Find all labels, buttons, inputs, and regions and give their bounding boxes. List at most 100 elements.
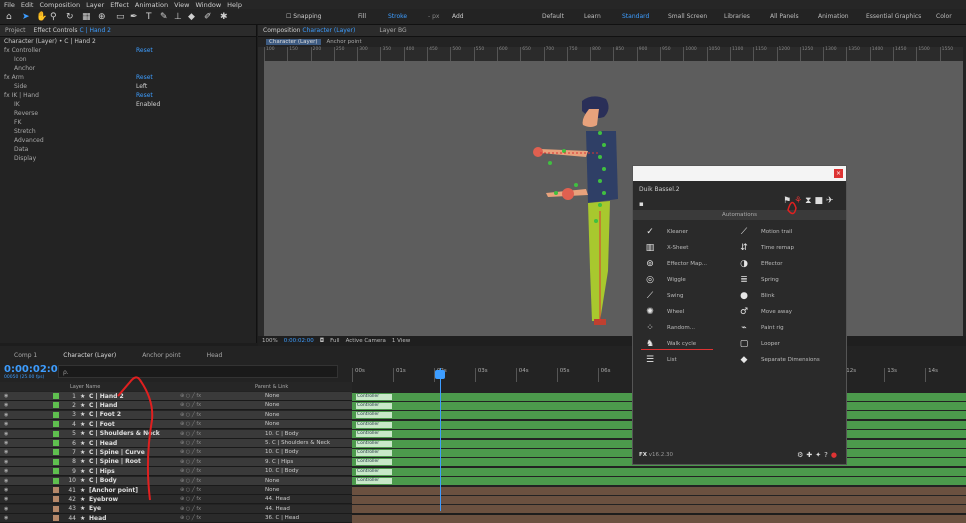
- resolution-dropdown[interactable]: Full: [330, 338, 339, 344]
- parent-dropdown[interactable]: None: [265, 487, 279, 493]
- zoom-tool-icon[interactable]: ⚲: [50, 12, 57, 22]
- camera-tool-icon[interactable]: ▦: [82, 12, 91, 22]
- hand-tool-icon[interactable]: ✋: [36, 12, 47, 22]
- label-color-swatch[interactable]: [53, 393, 59, 399]
- switches-icon[interactable]: ⊕ ○ ╱ fx: [180, 459, 201, 465]
- layer-bar[interactable]: [352, 467, 966, 476]
- table-row[interactable]: ◉ 3 ★ C | Foot 2 ⊕ ○ ╱ fx None: [0, 410, 352, 420]
- effect-row[interactable]: IK Enabled: [0, 100, 256, 109]
- duik-btn-motion-trail[interactable]: ⟋ Motion trail: [737, 224, 792, 240]
- table-row[interactable]: ◉ 10 ★ C | Body ⊕ ○ ╱ fx None: [0, 476, 352, 486]
- workspace-essential-graphics[interactable]: Essential Graphics: [866, 13, 921, 20]
- duik-btn-x-sheet[interactable]: ▥ X-Sheet: [643, 240, 689, 256]
- parent-dropdown[interactable]: 44. Head: [265, 496, 290, 502]
- eye-icon[interactable]: ◉: [4, 468, 8, 474]
- parent-dropdown[interactable]: None: [265, 478, 279, 484]
- table-row[interactable]: ◉ 7 ★ C | Spine | Curve ⊕ ○ ╱ fx 10. C | Body: [0, 448, 352, 458]
- layer-name[interactable]: Eyebrow: [89, 496, 118, 503]
- duik-btn-blink[interactable]: ● Blink: [737, 288, 774, 304]
- effect-row[interactable]: Display: [0, 154, 256, 163]
- workspace-default[interactable]: Default: [542, 13, 564, 20]
- effect-row[interactable]: Stretch: [0, 127, 256, 136]
- workspace-libraries[interactable]: Libraries: [724, 13, 750, 20]
- menu-view[interactable]: View: [174, 1, 189, 9]
- workspace-standard[interactable]: Standard: [622, 13, 649, 20]
- parent-dropdown[interactable]: 36. C | Head: [265, 515, 299, 521]
- eye-icon[interactable]: ◉: [4, 478, 8, 484]
- camera-dropdown[interactable]: Active Camera: [346, 338, 386, 344]
- label-color-swatch[interactable]: [53, 411, 59, 418]
- layer-name[interactable]: C | Hand: [89, 402, 117, 409]
- layer-name[interactable]: C | Foot: [89, 421, 115, 428]
- timeline-tab[interactable]: Anchor point: [142, 352, 180, 359]
- parent-dropdown[interactable]: 10. C | Body: [265, 449, 299, 455]
- duik-btn-list[interactable]: ☰ List: [643, 352, 677, 368]
- duik-btn-time-remap[interactable]: ⇵ Time remap: [737, 240, 794, 256]
- effect-value[interactable]: Reset: [136, 92, 153, 99]
- effect-value[interactable]: Reset: [136, 47, 153, 54]
- selection-tool-icon[interactable]: ➤: [22, 12, 30, 22]
- fill-label[interactable]: Fill: [358, 13, 366, 20]
- layer-name[interactable]: C | Shoulders & Neck: [89, 430, 160, 437]
- parent-dropdown[interactable]: 5. C | Shoulders & Neck: [265, 440, 330, 446]
- parent-dropdown[interactable]: None: [265, 421, 279, 427]
- label-color-swatch[interactable]: [53, 430, 59, 437]
- layer-name[interactable]: C | Head: [89, 440, 117, 447]
- effect-row[interactable]: Advanced: [0, 136, 256, 145]
- duik-btn-looper[interactable]: ▢ Looper: [737, 336, 780, 352]
- roto-tool-icon[interactable]: ✐: [204, 12, 212, 22]
- label-color-swatch[interactable]: [53, 449, 59, 456]
- eye-icon[interactable]: ◉: [4, 431, 8, 437]
- tab-effect-controls[interactable]: Effect Controls C | Hand 2: [34, 27, 111, 34]
- brush-tool-icon[interactable]: ✎: [160, 12, 168, 22]
- label-color-swatch[interactable]: [53, 440, 59, 446]
- pan-behind-icon[interactable]: ⊕: [98, 12, 106, 22]
- effect-row[interactable]: Anchor: [0, 64, 256, 73]
- timeline-tab[interactable]: Comp 1: [14, 352, 37, 359]
- effect-row[interactable]: fx IK | Hand Reset: [0, 91, 256, 100]
- layer-name[interactable]: C | Spine | Root: [89, 458, 141, 465]
- eye-icon[interactable]: ◉: [4, 421, 8, 427]
- subtab-anchor-point[interactable]: Anchor point: [327, 39, 362, 45]
- table-row[interactable]: ◉ 5 ★ C | Shoulders & Neck ⊕ ○ ╱ fx 10. C | B…: [0, 429, 352, 439]
- switches-icon[interactable]: ⊕ ○ ╱ fx: [180, 431, 201, 437]
- layer-bar[interactable]: [352, 505, 966, 514]
- close-icon[interactable]: ×: [834, 169, 843, 178]
- workspace-color[interactable]: Color: [936, 13, 952, 20]
- switches-icon[interactable]: ⊕ ○ ╱ fx: [180, 421, 201, 427]
- parent-dropdown[interactable]: None: [265, 393, 279, 399]
- playhead-line[interactable]: [440, 368, 441, 511]
- layer-bar[interactable]: [352, 486, 966, 495]
- layer-name[interactable]: C | Foot 2: [89, 411, 121, 418]
- menu-layer[interactable]: Layer: [86, 1, 104, 9]
- effect-row[interactable]: Data: [0, 145, 256, 154]
- duik-btn-spring[interactable]: ≣ Spring: [737, 272, 779, 288]
- pen-tool-icon[interactable]: ✒: [130, 12, 138, 22]
- duik-btn-wiggle[interactable]: ◎ Wiggle: [643, 272, 686, 288]
- duik-menu-icon[interactable]: ▪: [639, 200, 644, 208]
- workspace-all-panels[interactable]: All Panels: [770, 13, 799, 20]
- duik-btn-kleaner[interactable]: ✓ Kleaner: [643, 224, 688, 240]
- subtab-character[interactable]: Character (Layer): [266, 39, 321, 45]
- menu-window[interactable]: Window: [196, 1, 222, 9]
- switches-icon[interactable]: ⊕ ○ ╱ fx: [180, 412, 201, 418]
- layer-name[interactable]: Eye: [89, 505, 101, 512]
- add-button[interactable]: Add: [452, 13, 464, 20]
- table-row[interactable]: ◉ 4 ★ C | Foot ⊕ ○ ╱ fx None: [0, 420, 352, 430]
- effect-row[interactable]: fx Arm Reset: [0, 73, 256, 82]
- parent-dropdown[interactable]: 10. C | Body: [265, 431, 299, 437]
- label-color-swatch[interactable]: [53, 477, 59, 484]
- layer-name[interactable]: C | Hips: [89, 468, 115, 475]
- col-parent[interactable]: Parent & Link: [255, 384, 288, 390]
- timeline-tab[interactable]: Head: [207, 352, 223, 359]
- snapping-checkbox[interactable]: ☐ Snapping: [286, 13, 321, 20]
- layer-name[interactable]: C | Body: [89, 477, 117, 484]
- table-row[interactable]: ◉ 43 ★ Eye ⊕ ○ ╱ fx 44. Head: [0, 504, 352, 514]
- eye-icon[interactable]: ◉: [4, 487, 8, 493]
- stroke-width[interactable]: - px: [428, 13, 439, 20]
- table-row[interactable]: ◉ 6 ★ C | Head ⊕ ○ ╱ fx 5. C | Shoulders & Ne…: [0, 439, 352, 448]
- switches-icon[interactable]: ⊕ ○ ╱ fx: [180, 449, 201, 455]
- effect-row[interactable]: Icon: [0, 55, 256, 64]
- tab-layer-bg[interactable]: Layer BG: [379, 27, 406, 34]
- effect-row[interactable]: Reverse: [0, 109, 256, 118]
